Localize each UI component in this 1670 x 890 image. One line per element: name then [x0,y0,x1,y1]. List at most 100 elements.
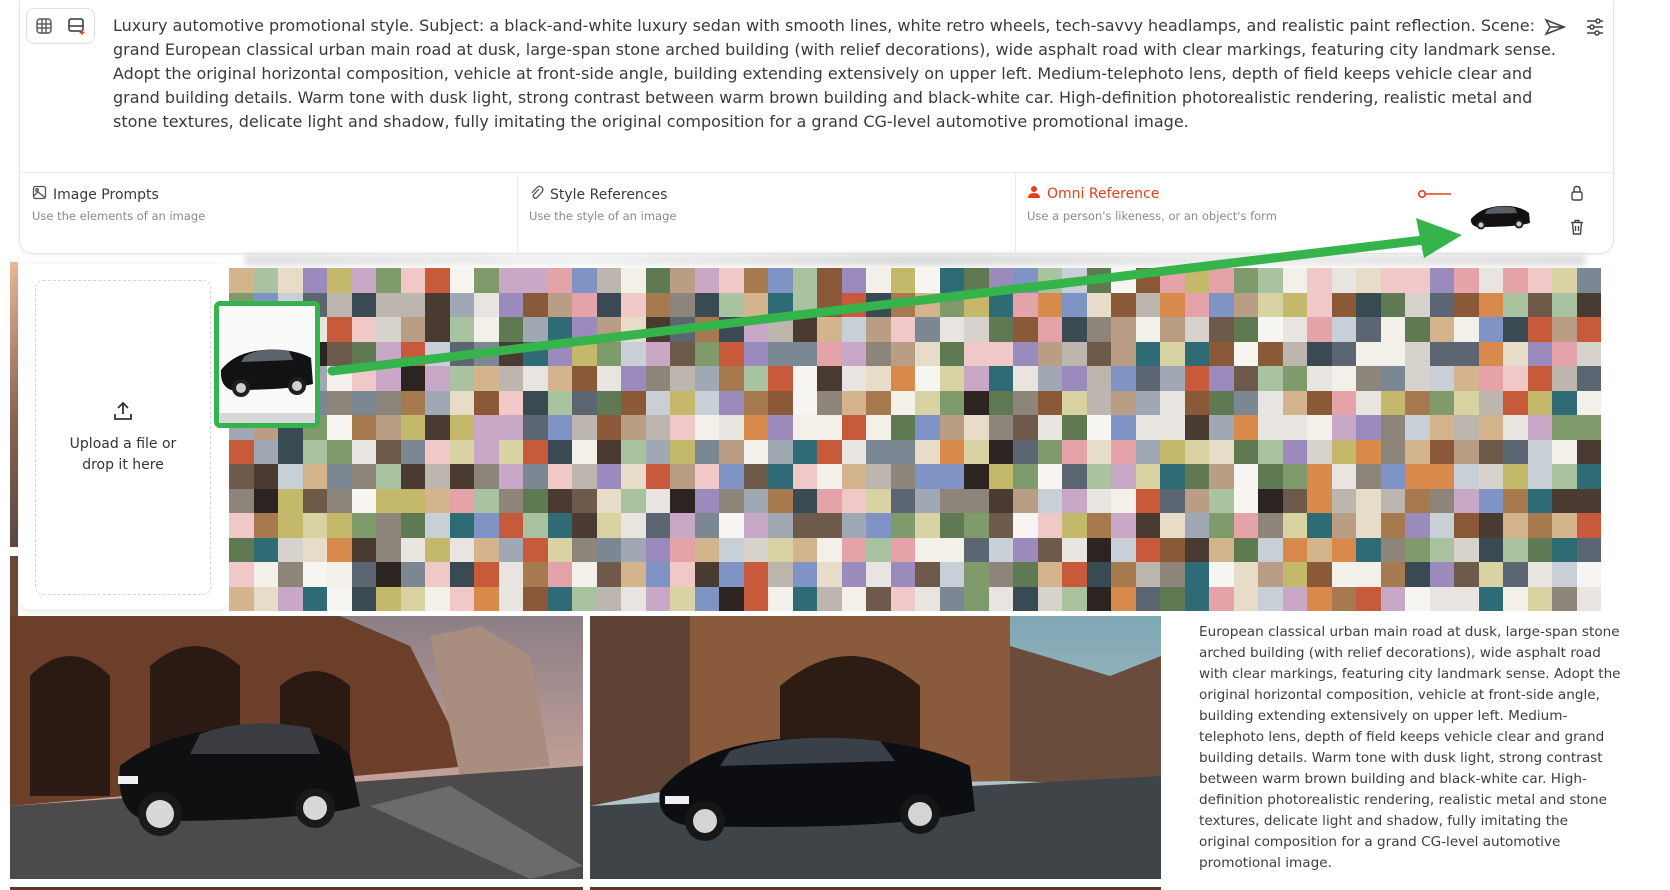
mosaic-tile [449,537,474,562]
mosaic-tile [376,537,401,562]
mosaic-tile [1478,292,1503,317]
mosaic-tile [523,537,548,562]
mosaic-tile [988,537,1013,562]
mosaic-tile [1282,488,1307,513]
mosaic-tile [1503,268,1528,293]
mosaic-tile [1086,341,1111,366]
mosaic-tile [890,268,915,293]
gallery-image-2[interactable] [590,616,1161,879]
mosaic-tile [425,464,450,489]
send-icon[interactable] [1542,14,1568,40]
mosaic-tile [302,488,327,513]
sliders-icon[interactable] [1582,14,1608,40]
mosaic-tile [400,562,425,587]
mosaic-tile [1062,488,1087,513]
mosaic-tile [1209,439,1234,464]
mosaic-tile [1552,439,1577,464]
image-gallery-mosaic[interactable] [229,268,1601,611]
style-references-panel[interactable]: Style References Use the style of an ima… [517,173,1016,253]
mosaic-tile [645,562,670,587]
mosaic-tile [1527,341,1552,366]
mosaic-tile [964,268,989,293]
mosaic-tile [768,537,793,562]
grid-icon[interactable] [26,8,62,44]
mosaic-tile [792,366,817,391]
image-icon [32,185,47,204]
mosaic-tile [425,390,450,415]
mosaic-tile [1356,268,1381,293]
mosaic-tile [1307,586,1332,611]
mosaic-tile [1331,390,1356,415]
mosaic-tile [572,415,597,440]
mosaic-tile [743,366,768,391]
dropzone[interactable]: Upload a file or drop it here [35,280,211,595]
mosaic-tile [841,464,866,489]
mosaic-tile [596,390,621,415]
gallery-image-1[interactable] [10,616,583,879]
mosaic-tile [474,488,499,513]
mosaic-tile [449,268,474,293]
mosaic-tile [1258,439,1283,464]
mosaic-tile [523,366,548,391]
mosaic-tile [719,317,744,342]
mosaic-tile [498,292,523,317]
mosaic-tile [988,341,1013,366]
mosaic-tile [474,439,499,464]
mosaic-tile [890,513,915,538]
mosaic-tile [1454,415,1479,440]
mosaic-tile [866,513,891,538]
prompt-text[interactable]: Luxury automotive promotional style. Sub… [113,14,1568,134]
mosaic-tile [547,317,572,342]
mosaic-tile [1552,537,1577,562]
omni-reference-thumbnail[interactable] [1467,183,1533,241]
mosaic-tile [1184,268,1209,293]
mosaic-tile [768,317,793,342]
trash-icon[interactable] [1567,217,1587,237]
mosaic-tile [376,513,401,538]
mosaic-tile [645,390,670,415]
mosaic-tile [939,586,964,611]
mosaic-tile [621,317,646,342]
mosaic-tile [425,317,450,342]
image-add-icon[interactable] [60,8,95,44]
mosaic-tile [278,439,303,464]
mosaic-tile [1160,390,1185,415]
mosaic-tile [474,366,499,391]
mosaic-tile [1356,366,1381,391]
mosaic-tile [768,562,793,587]
mosaic-tile [1258,268,1283,293]
mosaic-tile [694,292,719,317]
mosaic-tile [670,586,695,611]
mosaic-tile [1111,317,1136,342]
image-prompts-panel[interactable]: Image Prompts Use the elements of an ima… [20,173,518,253]
mosaic-tile [498,488,523,513]
mosaic-tile [670,317,695,342]
mosaic-tile [1356,341,1381,366]
mosaic-tile [1527,390,1552,415]
mosaic-tile [449,562,474,587]
mosaic-tile [1380,513,1405,538]
mosaic-tile [694,317,719,342]
mosaic-tile [1576,586,1601,611]
selected-car-thumbnail[interactable] [214,301,320,428]
mosaic-tile [621,562,646,587]
mosaic-tile [1478,586,1503,611]
mosaic-tile [1160,464,1185,489]
mosaic-tile [1576,317,1601,342]
mosaic-tile [425,366,450,391]
mosaic-tile [841,390,866,415]
mosaic-tile [547,464,572,489]
mosaic-tile [1233,390,1258,415]
mosaic-tile [1111,366,1136,391]
omni-reference-panel[interactable]: Omni Reference Use a person's likeness, … [1015,173,1613,253]
mosaic-tile [743,586,768,611]
mosaic-tile [817,439,842,464]
mosaic-tile [1429,488,1454,513]
weight-slider-icon[interactable] [1417,185,1451,204]
mosaic-tile [1160,366,1185,391]
mosaic-tile [1184,341,1209,366]
mosaic-tile [376,390,401,415]
mosaic-tile [645,366,670,391]
lock-icon[interactable] [1567,183,1587,203]
mosaic-tile [1184,292,1209,317]
